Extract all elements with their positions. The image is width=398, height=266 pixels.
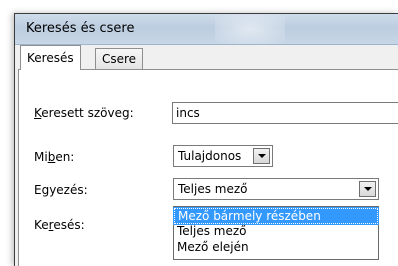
look-in-dropdown-button[interactable]: [253, 148, 270, 164]
label-part: esés:: [53, 218, 85, 232]
search-direction-label: Keresés:: [34, 218, 85, 232]
title-bar[interactable]: Keresés és csere: [15, 14, 398, 45]
tab-replace[interactable]: Csere: [95, 48, 144, 70]
match-value: Teljes mező: [178, 182, 248, 196]
look-in-select[interactable]: Tulajdonos: [173, 145, 273, 167]
label-part: Ke: [34, 218, 49, 232]
chevron-down-icon: [364, 187, 372, 191]
label-part: en:: [55, 150, 75, 164]
search-text-label: Keresett szöveg:: [34, 106, 134, 120]
search-text-input[interactable]: incs: [172, 102, 398, 124]
look-in-label: Miben:: [34, 150, 74, 164]
match-select[interactable]: Teljes mező: [173, 178, 379, 200]
match-option[interactable]: Mező elején: [174, 240, 378, 256]
look-in-value: Tulajdonos: [178, 149, 242, 163]
label-part: Mi: [34, 150, 48, 164]
match-options-list: Mező bármely részében Teljes mező Mező e…: [173, 206, 379, 260]
chevron-down-icon: [258, 154, 266, 158]
label-part: eresett szöveg:: [41, 106, 134, 120]
title-bar-glow: [215, 14, 285, 44]
match-option[interactable]: Mező bármely részében: [173, 207, 379, 225]
window-title: Keresés és csere: [26, 21, 135, 36]
match-label: Egyezés:: [34, 183, 88, 197]
match-option[interactable]: Teljes mező: [174, 224, 378, 240]
match-dropdown-button[interactable]: [359, 181, 376, 197]
tab-search[interactable]: Keresés: [20, 45, 81, 70]
